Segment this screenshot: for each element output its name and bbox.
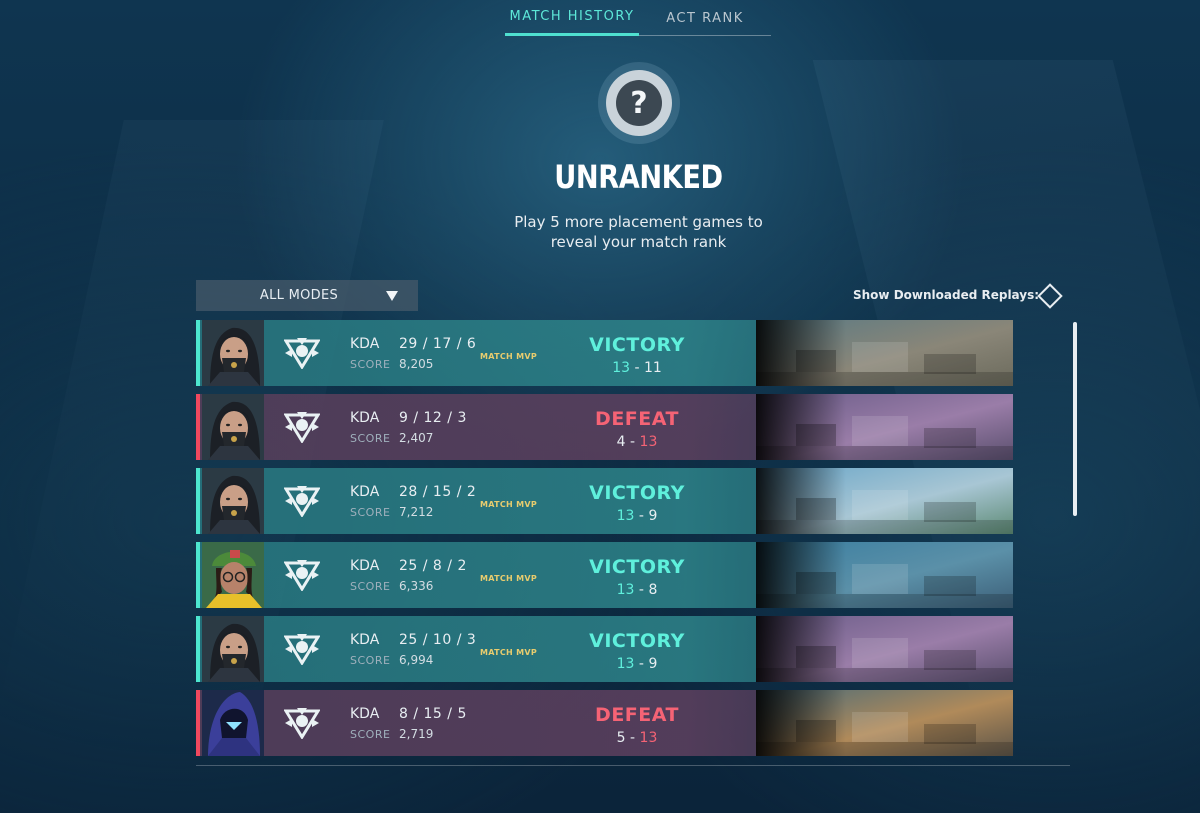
- agent-portrait: [202, 690, 264, 756]
- enemy-rounds: 11: [643, 360, 662, 376]
- match-row[interactable]: KDA 28 / 15 / 2 SCORE 7,212 MATCH MVP VI…: [196, 468, 1013, 534]
- match-row[interactable]: KDA 25 / 8 / 2 SCORE 6,336 MATCH MVP VIC…: [196, 542, 1013, 608]
- outcome-accent-bar: [196, 394, 200, 460]
- score-label: SCORE: [350, 580, 391, 593]
- combat-score-value: 2,719: [399, 727, 434, 741]
- rank-description: Play 5 more placement games to reveal yo…: [514, 213, 763, 251]
- team-rounds: 5: [616, 730, 626, 746]
- match-result: DEFEAT: [595, 408, 679, 430]
- score-label: SCORE: [350, 728, 391, 741]
- kda-label: KDA: [350, 558, 380, 574]
- score-label: SCORE: [350, 506, 391, 519]
- match-mvp-badge: MATCH MVP: [480, 574, 538, 583]
- agent-portrait: [202, 616, 264, 682]
- show-replays-label: Show Downloaded Replays:: [853, 288, 1040, 302]
- rank-symbol: ?: [616, 80, 662, 126]
- map-thumbnail: [756, 616, 1013, 682]
- tab-act-rank[interactable]: ACT RANK: [639, 0, 771, 36]
- kda-value: 8 / 15 / 5: [399, 706, 467, 722]
- score-label: SCORE: [350, 358, 391, 371]
- kda-value: 25 / 8 / 2: [399, 558, 467, 574]
- map-thumbnail: [756, 468, 1013, 534]
- team-rounds: 13: [616, 656, 635, 672]
- match-mvp-badge: MATCH MVP: [480, 352, 538, 361]
- match-row[interactable]: KDA 29 / 17 / 6 SCORE 8,205 MATCH MVP VI…: [196, 320, 1013, 386]
- rank-title: UNRANKED: [554, 158, 723, 196]
- match-result: VICTORY: [589, 334, 685, 356]
- rank-emblem-icon: ?: [598, 62, 680, 144]
- agent-portrait: [202, 320, 264, 386]
- game-mode-icon: [283, 705, 321, 740]
- kda-label: KDA: [350, 484, 380, 500]
- show-replays-toggle[interactable]: [1037, 283, 1063, 309]
- enemy-rounds: 13: [639, 434, 658, 450]
- map-thumbnail: [756, 394, 1013, 460]
- game-mode-icon: [283, 557, 321, 592]
- kda-value: 9 / 12 / 3: [399, 410, 467, 426]
- match-result: DEFEAT: [595, 704, 679, 726]
- kda-label: KDA: [350, 336, 380, 352]
- game-mode-icon: [283, 409, 321, 444]
- round-score: 13 - 8: [616, 582, 658, 598]
- team-rounds: 13: [612, 360, 631, 376]
- combat-score-value: 6,994: [399, 653, 434, 667]
- kda-label: KDA: [350, 706, 380, 722]
- match-row[interactable]: KDA 25 / 10 / 3 SCORE 6,994 MATCH MVP VI…: [196, 616, 1013, 682]
- outcome-accent-bar: [196, 468, 200, 534]
- team-rounds: 13: [616, 508, 635, 524]
- combat-score-value: 6,336: [399, 579, 434, 593]
- kda-value: 25 / 10 / 3: [399, 632, 477, 648]
- combat-score-value: 7,212: [399, 505, 434, 519]
- match-result: VICTORY: [589, 482, 685, 504]
- match-result: VICTORY: [589, 556, 685, 578]
- outcome-accent-bar: [196, 690, 200, 756]
- match-result: VICTORY: [589, 630, 685, 652]
- round-score: 13 - 9: [616, 656, 658, 672]
- mode-filter-dropdown[interactable]: ALL MODES: [196, 280, 418, 311]
- agent-portrait: [202, 468, 264, 534]
- kda-value: 29 / 17 / 6: [399, 336, 477, 352]
- round-score: 5 - 13: [616, 730, 658, 746]
- map-thumbnail: [756, 542, 1013, 608]
- score-label: SCORE: [350, 654, 391, 667]
- enemy-rounds: 8: [648, 582, 658, 598]
- game-mode-icon: [283, 483, 321, 518]
- tab-match-history[interactable]: MATCH HISTORY: [505, 0, 639, 36]
- enemy-rounds: 13: [639, 730, 658, 746]
- chevron-down-icon: [386, 291, 398, 301]
- team-rounds: 13: [616, 582, 635, 598]
- outcome-accent-bar: [196, 542, 200, 608]
- match-row[interactable]: KDA 9 / 12 / 3 SCORE 2,407 DEFEAT 4 - 13: [196, 394, 1013, 460]
- combat-score-value: 2,407: [399, 431, 434, 445]
- map-thumbnail: [756, 690, 1013, 756]
- game-mode-icon: [283, 335, 321, 370]
- game-mode-icon: [283, 631, 321, 666]
- round-score: 13 - 9: [616, 508, 658, 524]
- match-row[interactable]: KDA 8 / 15 / 5 SCORE 2,719 DEFEAT 5 - 13: [196, 690, 1013, 756]
- outcome-accent-bar: [196, 320, 200, 386]
- team-rounds: 4: [616, 434, 626, 450]
- map-thumbnail: [756, 320, 1013, 386]
- agent-portrait: [202, 542, 264, 608]
- tab-bar: MATCH HISTORY ACT RANK: [505, 0, 771, 36]
- outcome-accent-bar: [196, 616, 200, 682]
- enemy-rounds: 9: [648, 508, 658, 524]
- kda-label: KDA: [350, 632, 380, 648]
- kda-label: KDA: [350, 410, 380, 426]
- round-score: 4 - 13: [616, 434, 658, 450]
- mode-filter-label: ALL MODES: [259, 288, 339, 303]
- divider: [196, 765, 1070, 766]
- match-mvp-badge: MATCH MVP: [480, 500, 538, 509]
- round-score: 13 - 11: [612, 360, 662, 376]
- match-list-scrollbar[interactable]: [1073, 322, 1077, 516]
- agent-portrait: [202, 394, 264, 460]
- enemy-rounds: 9: [648, 656, 658, 672]
- combat-score-value: 8,205: [399, 357, 434, 371]
- score-label: SCORE: [350, 432, 391, 445]
- kda-value: 28 / 15 / 2: [399, 484, 477, 500]
- match-mvp-badge: MATCH MVP: [480, 648, 538, 657]
